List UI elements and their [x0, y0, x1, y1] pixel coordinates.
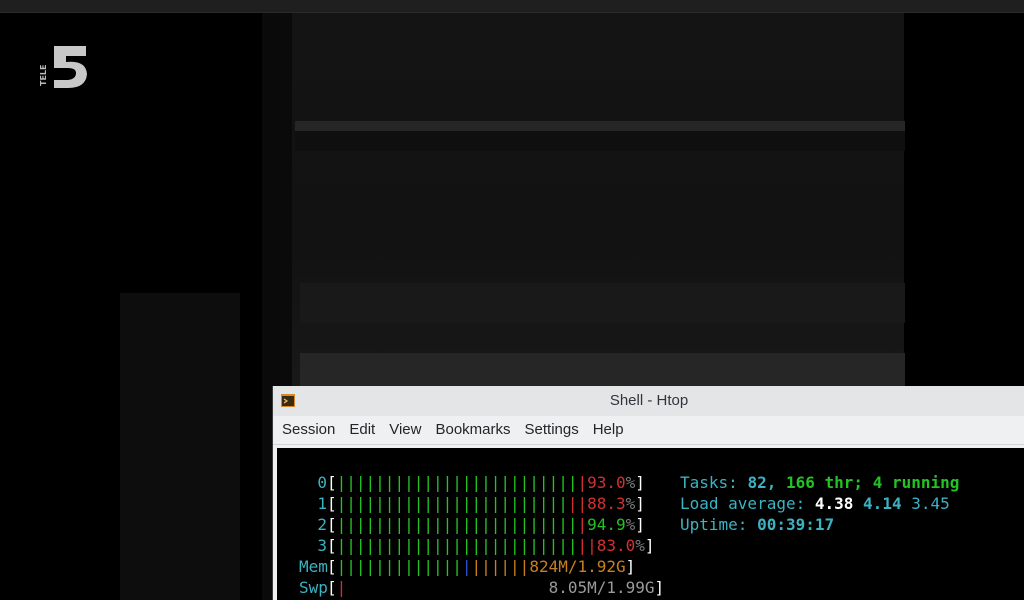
cpu-bar-kernel: || [567, 494, 588, 513]
menu-view[interactable]: View [382, 416, 428, 444]
mem-meter-row: Mem[||||||||||||||||||||824M/1.92G] [299, 557, 636, 576]
mem-bar-cache: |||||| [471, 557, 530, 576]
cpu-meter-row: 1[||||||||||||||||||||||||||88.3%] [299, 493, 659, 514]
terminal-view[interactable]: 0[||||||||||||||||||||||||||93.0%] 1[|||… [277, 448, 1024, 600]
konsole-window[interactable]: Shell - Htop Session Edit View Bookmarks… [272, 386, 1024, 600]
cpu-percent: 83.0 [596, 536, 636, 555]
load-1min: 4.38 [814, 494, 854, 513]
video-shelf [295, 131, 905, 151]
cpu-label: 1 [317, 494, 327, 513]
swp-bar: | [336, 578, 347, 597]
tasks-count: 82, [747, 473, 777, 492]
cpu-label: 0 [317, 473, 327, 492]
cpu-percent-unit: % [625, 473, 636, 492]
threads-count: 166 [785, 473, 815, 492]
cpu-bar-kernel: | [577, 473, 588, 492]
menu-edit[interactable]: Edit [342, 416, 382, 444]
logo-text: TELE [39, 64, 48, 86]
uptime-row: Uptime: 00:39:17 [680, 514, 1020, 535]
cpu-bar-kernel: || [577, 536, 597, 555]
htop-summary: Tasks: 82, 166 thr; 4 running Load avera… [680, 472, 1020, 535]
load-15min: 3.45 [911, 494, 950, 513]
cpu-meter-row: 0[||||||||||||||||||||||||||93.0%] [299, 472, 659, 493]
cpu-percent: 88.3 [587, 494, 626, 513]
video-panel [120, 293, 240, 600]
menu-bookmarks[interactable]: Bookmarks [428, 416, 517, 444]
cpu-label: 3 [317, 536, 327, 555]
menu-bar: Session Edit View Bookmarks Settings Hel… [273, 416, 1024, 445]
cpu-bar-kernel: | [577, 515, 588, 534]
running-count: 4 [872, 473, 883, 492]
threads-label: thr; [824, 473, 864, 492]
mem-bar-buffers: | [461, 557, 472, 576]
htop-meters: 0[||||||||||||||||||||||||||93.0%] 1[|||… [299, 472, 665, 598]
cpu-bar-normal: ||||||||||||||||||||||||| [336, 536, 578, 555]
window-title: Shell - Htop [609, 392, 689, 409]
cpu-percent: 94.9 [587, 515, 626, 534]
uptime-label: Uptime: [680, 515, 748, 534]
tasks-row: Tasks: 82, 166 thr; 4 running [680, 472, 1020, 493]
mem-label: Mem [299, 557, 328, 576]
mem-value: 824M/1.92G [529, 557, 626, 576]
menu-settings[interactable]: Settings [518, 416, 586, 444]
menu-help[interactable]: Help [586, 416, 631, 444]
running-label: running [891, 473, 960, 492]
swp-label: Swp [299, 578, 328, 597]
cpu-bar-normal: |||||||||||||||||||||||| [336, 494, 568, 513]
cpu-percent-unit: % [635, 536, 645, 555]
cpu-percent-unit: % [625, 515, 636, 534]
terminal-app-icon[interactable] [281, 394, 295, 407]
cpu-bar-normal: ||||||||||||||||||||||||| [336, 515, 578, 534]
menu-session[interactable]: Session [275, 416, 342, 444]
swp-value: 8.05M/1.99G [548, 578, 655, 597]
cpu-meter-row: 3[|||||||||||||||||||||||||||83.0%] [299, 535, 659, 556]
swp-meter-row: Swp[| 8.05M/1.99G] [299, 578, 665, 597]
top-bar [0, 0, 1024, 13]
mem-bar-used: ||||||||||||| [336, 557, 462, 576]
video-shelf [300, 283, 905, 323]
tele5-logo: TELE [39, 42, 92, 90]
cpu-percent-unit: % [625, 494, 636, 513]
cpu-bar-normal: ||||||||||||||||||||||||| [336, 473, 578, 492]
cpu-label: 2 [317, 515, 327, 534]
load-label: Load average: [680, 494, 806, 513]
window-titlebar[interactable]: Shell - Htop [273, 386, 1024, 416]
uptime-value: 00:39:17 [757, 515, 835, 534]
tasks-label: Tasks: [680, 473, 738, 492]
cpu-percent: 93.0 [587, 473, 626, 492]
load-row: Load average: 4.38 4.14 3.45 [680, 493, 1020, 514]
cpu-meter-row: 2[||||||||||||||||||||||||||94.9%] [299, 514, 659, 535]
load-5min: 4.14 [863, 494, 902, 513]
